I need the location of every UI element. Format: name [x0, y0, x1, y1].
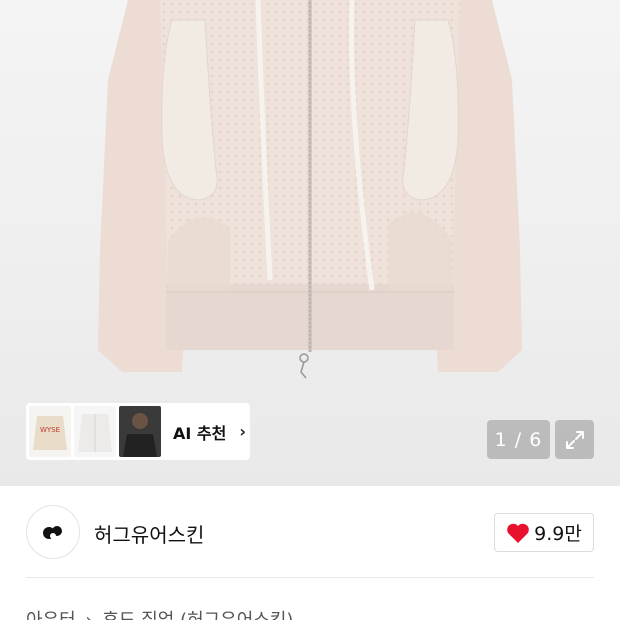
recommend-thumbnail-2[interactable]: [74, 406, 116, 457]
like-button[interactable]: 9.9만: [494, 513, 594, 552]
breadcrumb-item-hood-zipup[interactable]: 후드 집업 (허그유어스킨): [102, 610, 293, 620]
svg-text:WYSE: WYSE: [40, 426, 60, 434]
product-image-gallery[interactable]: WYSE AI 추천 › 1 / 6: [0, 0, 620, 486]
like-count: 9.9만: [534, 523, 582, 545]
chevron-right-icon: ›: [239, 422, 246, 441]
hoodie-thumbnail-image: WYSE: [29, 406, 71, 457]
brand-logo-mark-icon: [43, 526, 62, 539]
image-counter: 1 / 6: [487, 420, 550, 459]
expand-icon: [565, 430, 584, 449]
expand-button[interactable]: [555, 420, 594, 459]
divider: [26, 577, 594, 578]
breadcrumb: 아우터 › 후드 집업 (허그유어스킨): [26, 606, 297, 620]
recommend-thumbnail-1[interactable]: WYSE: [29, 406, 71, 457]
breadcrumb-separator-icon: ›: [85, 610, 92, 620]
recommend-thumbnail-3[interactable]: [119, 406, 161, 457]
model-thumbnail-image: [119, 406, 161, 457]
brand-row: 허그유어스킨 9.9만: [26, 505, 594, 559]
breadcrumb-item-outer[interactable]: 아우터: [26, 610, 76, 620]
hoodie-thumbnail-image: [74, 406, 116, 457]
brand-name[interactable]: 허그유어스킨: [94, 519, 204, 548]
ai-recommend-label[interactable]: AI 추천: [173, 420, 226, 444]
ai-recommendation-strip[interactable]: WYSE AI 추천 ›: [26, 403, 250, 460]
brand-logo[interactable]: [26, 505, 80, 559]
heart-icon: [507, 523, 529, 543]
